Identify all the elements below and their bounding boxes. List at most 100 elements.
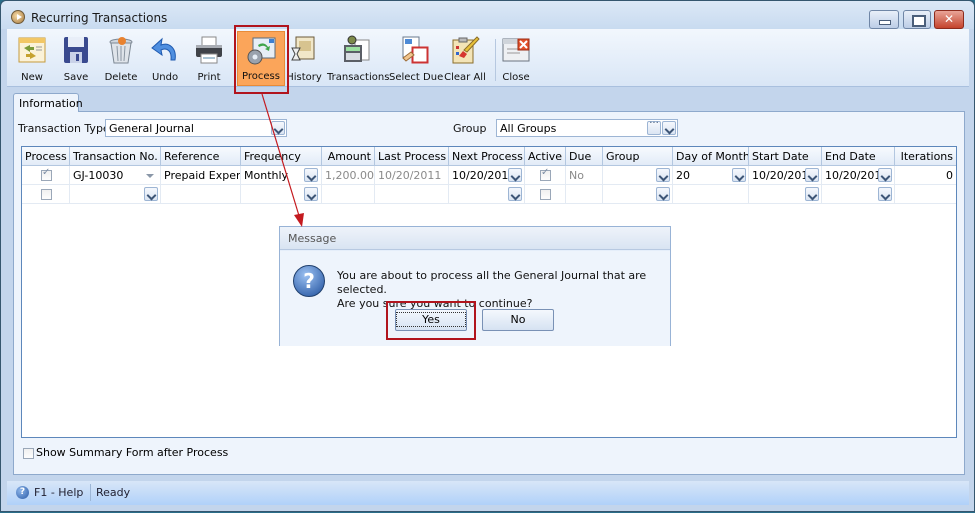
process-checkbox[interactable] (41, 189, 52, 200)
chevron-down-icon[interactable] (656, 168, 670, 182)
table-row[interactable]: GJ-10030 Prepaid Expens Monthly 1,200.00… (22, 166, 956, 185)
active-checkbox[interactable] (540, 167, 551, 181)
chevron-down-icon[interactable] (662, 121, 676, 135)
active-checkbox[interactable] (540, 189, 551, 200)
maximize-button[interactable] (903, 10, 931, 29)
ellipsis-button[interactable]: ··· (647, 118, 661, 135)
column-header-due[interactable]: Due (566, 147, 603, 166)
tab-information[interactable]: Information (13, 93, 83, 112)
chevron-down-icon[interactable] (304, 187, 318, 201)
print-button[interactable]: Print (189, 31, 229, 86)
transaction-no-cell[interactable]: GJ-10030 (70, 166, 161, 185)
column-header-iterations[interactable]: Iterations (895, 147, 956, 166)
print-label: Print (197, 72, 221, 83)
last-process-cell[interactable] (375, 185, 449, 204)
chevron-down-icon[interactable] (656, 187, 670, 201)
show-summary-checkbox[interactable] (23, 448, 34, 459)
due-cell[interactable] (566, 185, 603, 204)
undo-arrow-icon (151, 37, 176, 61)
column-header-frequency[interactable]: Frequency (241, 147, 322, 166)
column-header-group[interactable]: Group (603, 147, 673, 166)
undo-button[interactable]: Undo (145, 31, 185, 86)
status-separator (90, 484, 91, 501)
column-header-process[interactable]: Process (22, 147, 70, 166)
window-title: Recurring Transactions (31, 11, 168, 25)
amount-cell[interactable]: 1,200.00 (322, 166, 375, 185)
chevron-down-icon[interactable] (878, 168, 892, 182)
toolbar-separator (495, 39, 496, 81)
dropdown-arrow-icon[interactable] (146, 174, 154, 178)
process-checkbox[interactable] (41, 167, 52, 181)
chevron-down-icon[interactable] (508, 168, 522, 182)
chevron-down-icon[interactable] (878, 187, 892, 201)
start-date-cell[interactable] (749, 185, 822, 204)
toolbar: New Save Delete Undo Print Process Histo… (7, 29, 969, 87)
group-cell[interactable] (603, 166, 673, 185)
delete-label: Delete (104, 72, 138, 83)
column-header-end-date[interactable]: End Date (822, 147, 895, 166)
save-label: Save (63, 72, 89, 83)
process-cell[interactable] (22, 185, 70, 204)
end-date-cell[interactable] (822, 185, 895, 204)
delete-button[interactable]: Delete (101, 31, 141, 86)
start-date-cell[interactable]: 10/20/2011 (749, 166, 822, 185)
select-due-button[interactable]: Select Due (389, 31, 444, 86)
undo-label: Undo (151, 72, 179, 83)
transactions-button[interactable]: Transactions (327, 31, 389, 86)
clear-all-label: Clear All (444, 72, 486, 83)
transaction-type-select[interactable]: General Journal (105, 119, 287, 137)
close-button[interactable]: Close (497, 31, 535, 86)
chevron-down-icon[interactable] (304, 168, 318, 182)
history-button[interactable]: History (285, 31, 323, 86)
day-of-month-cell[interactable] (673, 185, 749, 204)
active-cell[interactable] (525, 166, 566, 185)
chevron-down-icon[interactable] (144, 187, 158, 201)
column-header-day-of-month[interactable]: Day of Month (673, 147, 749, 166)
amount-cell[interactable] (322, 185, 375, 204)
next-process-cell[interactable]: 10/20/2011 (449, 166, 525, 185)
due-cell[interactable]: No (566, 166, 603, 185)
next-process-cell[interactable] (449, 185, 525, 204)
column-header-reference[interactable]: Reference (161, 147, 241, 166)
active-cell[interactable] (525, 185, 566, 204)
frequency-cell[interactable]: Monthly (241, 166, 322, 185)
reference-cell[interactable] (161, 185, 241, 204)
recurring-transactions-window: Recurring Transactions ✕ New Save Delete… (0, 0, 975, 512)
minimize-button[interactable] (869, 10, 899, 29)
day-of-month-cell[interactable]: 20 (673, 166, 749, 185)
chevron-down-icon[interactable] (508, 187, 522, 201)
column-header-last-process[interactable]: Last Process (375, 147, 449, 166)
select-due-label: Select Due (389, 72, 444, 83)
next-process-value: 10/20/2011 (452, 169, 516, 182)
reference-cell[interactable]: Prepaid Expens (161, 166, 241, 185)
chevron-down-icon[interactable] (271, 121, 285, 135)
table-row[interactable] (22, 185, 956, 204)
chevron-down-icon[interactable] (805, 168, 819, 182)
frequency-cell[interactable] (241, 185, 322, 204)
clear-all-button[interactable]: Clear All (443, 31, 487, 86)
process-cell[interactable] (22, 166, 70, 185)
transaction-no-cell[interactable] (70, 185, 161, 204)
close-window-button[interactable]: ✕ (934, 10, 964, 29)
close-label: Close (502, 72, 530, 83)
group-cell[interactable] (603, 185, 673, 204)
column-header-next-process[interactable]: Next Process (449, 147, 525, 166)
title-bar: Recurring Transactions ✕ (1, 1, 974, 29)
save-button[interactable]: Save (56, 31, 96, 86)
chevron-down-icon[interactable] (805, 187, 819, 201)
chevron-down-icon[interactable] (732, 168, 746, 182)
last-process-cell[interactable]: 10/20/2011 (375, 166, 449, 185)
no-button[interactable]: No (482, 309, 554, 331)
column-header-amount[interactable]: Amount (322, 147, 375, 166)
end-date-cell[interactable]: 10/20/2011 (822, 166, 895, 185)
group-select[interactable]: All Groups ··· (496, 118, 678, 137)
column-header-transaction-no[interactable]: Transaction No. (70, 147, 161, 166)
transaction-no-value: GJ-10030 (73, 169, 124, 182)
column-header-active[interactable]: Active (525, 147, 566, 166)
help-shortcut-text[interactable]: F1 - Help (34, 486, 83, 499)
help-icon[interactable]: ? (16, 486, 29, 499)
column-header-start-date[interactable]: Start Date (749, 147, 822, 166)
new-button[interactable]: New (12, 31, 52, 86)
iterations-cell[interactable] (895, 185, 956, 204)
iterations-cell[interactable]: 0 (895, 166, 956, 185)
